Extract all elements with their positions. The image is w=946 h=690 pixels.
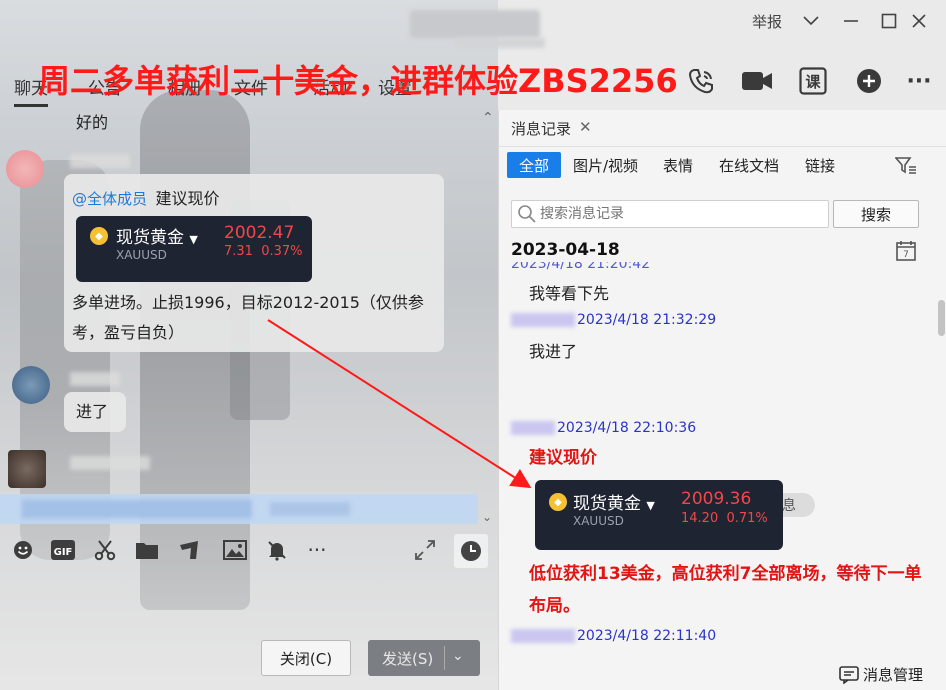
reply-quote-bar[interactable] [0, 494, 478, 524]
gold-coin-icon: ◆ [90, 227, 108, 245]
sender-name [70, 456, 150, 470]
image-icon[interactable] [222, 538, 248, 562]
filter-funnel-icon[interactable] [893, 154, 919, 178]
gold-quote-card[interactable]: ◆ 现货黄金 ▼ XAUUSD 2002.47 7.31 0.37% [76, 216, 312, 282]
avatar[interactable] [6, 150, 44, 188]
gif-icon[interactable]: GIF [50, 538, 76, 562]
chat-messages: 好的 ⌃ @全体成员 建议现价 ◆ 现货黄金 ▼ XAUUSD 2002.47 … [0, 110, 498, 530]
close-icon[interactable]: ✕ [579, 118, 592, 136]
title-bar: 举报 [0, 0, 946, 48]
expand-down-icon[interactable]: ⌄ [482, 510, 492, 524]
history-meta: 2023/4/18 22:10:36 [511, 420, 696, 436]
message-management-button[interactable]: 消息管理 [839, 664, 923, 685]
sender-name [70, 154, 130, 168]
history-tab[interactable]: 消息记录 [511, 118, 571, 139]
promo-overlay-text: 周二多单获利二十美金，进群体验ZBS2256 [38, 62, 678, 100]
gold-quote-card[interactable]: ◆ 现货黄金 ▼ XAUUSD 2009.36 14.20 0.71% [535, 480, 783, 550]
search-icon [518, 205, 536, 223]
history-message: 我等看下先 [529, 284, 610, 303]
chevron-down-icon[interactable]: ⌄ [452, 648, 464, 664]
history-date: 2023-04-18 [511, 240, 620, 260]
send-label: 发送(S) [382, 650, 434, 668]
mention-line: @全体成员 建议现价 [72, 184, 219, 214]
calendar-icon[interactable]: 7 [895, 240, 917, 262]
quote-change: 7.31 0.37% [224, 244, 303, 259]
message-bubble: 进了 [64, 392, 126, 432]
send-button[interactable]: 发送(S) ⌄ [368, 640, 480, 676]
quote-price: 2009.36 [681, 489, 752, 509]
chat-pane: 聊天 公告 相册 文件 活动 设置 好的 ⌃ @全体成员 建议现价 ◆ 现货黄金… [0, 0, 498, 690]
search-input[interactable] [540, 203, 825, 225]
svg-text:7: 7 [903, 250, 909, 260]
report-button[interactable]: 举报 [752, 11, 782, 32]
message-text: 好的 [76, 113, 109, 132]
window-title-blurred [410, 10, 540, 38]
close-button[interactable]: 关闭(C) [261, 640, 351, 676]
divider [499, 146, 946, 147]
maximize-icon[interactable] [876, 8, 902, 34]
blurred-sender [511, 629, 575, 643]
search-button[interactable]: 搜索 [833, 200, 919, 228]
message-text: 进了 [76, 402, 109, 421]
filter-docs[interactable]: 在线文档 [719, 152, 779, 178]
mention-all[interactable]: @全体成员 [72, 190, 147, 208]
quote-price: 2002.47 [224, 223, 295, 243]
send-divider [444, 646, 445, 670]
phone-icon[interactable] [684, 64, 718, 98]
quote-change: 14.20 0.71% [681, 511, 768, 526]
search-box[interactable] [511, 200, 829, 228]
history-result: 低位获利13美金，高位获利7全部离场，等待下一单布局。 [529, 564, 922, 616]
message-management-label: 消息管理 [863, 666, 924, 684]
history-meta: 2023/4/18 22:11:40 [511, 628, 716, 644]
close-icon[interactable] [906, 8, 932, 34]
window-subtitle-blurred [455, 38, 545, 48]
scissors-icon[interactable] [92, 538, 118, 562]
quote-symbol: XAUUSD [573, 514, 624, 528]
cut-off-meta: 2023/4/18 21:20:42 [511, 262, 651, 272]
filter-all[interactable]: 全部 [507, 152, 561, 178]
blurred-sender [511, 313, 575, 327]
message-icon [839, 665, 859, 684]
expand-icon[interactable] [412, 538, 438, 562]
quote-name: 现货黄金 ▼ [573, 494, 655, 514]
bell-off-icon[interactable] [264, 538, 290, 562]
filter-stickers[interactable]: 表情 [663, 152, 693, 178]
avatar[interactable] [12, 366, 50, 404]
gold-coin-icon: ◆ [549, 493, 567, 511]
blurred-text [270, 502, 350, 516]
more-icon[interactable]: ··· [902, 64, 936, 98]
message-bubble: @全体成员 建议现价 ◆ 现货黄金 ▼ XAUUSD 2002.47 7.31 … [64, 174, 444, 352]
quote-name: 现货黄金 ▼ [116, 228, 198, 248]
doc-icon[interactable] [176, 538, 202, 562]
filter-links[interactable]: 链接 [805, 152, 835, 178]
suggest-text: 建议现价 [155, 189, 220, 208]
minimize-icon[interactable] [838, 8, 864, 34]
input-toolbar: GIF ··· [0, 532, 498, 568]
blurred-sender [511, 421, 555, 435]
folder-icon[interactable] [134, 538, 160, 562]
chevron-down-icon[interactable] [798, 8, 824, 34]
video-call-icon[interactable] [740, 64, 774, 98]
sender-name [70, 372, 120, 386]
history-clock-icon[interactable] [454, 534, 488, 568]
history-message: 我进了 [529, 342, 578, 361]
collapse-icon[interactable]: ⌃ [482, 110, 494, 126]
trade-note: 多单进场。止损1996，目标2012-2015（仅供参考，盈亏自负） [72, 293, 424, 342]
filter-media[interactable]: 图片/视频 [573, 152, 638, 178]
scrollbar[interactable] [938, 300, 945, 336]
history-pane: 消息记录 ✕ 全部 图片/视频 表情 在线文档 链接 搜索 2023-04-18… [498, 110, 946, 690]
history-suggest: 建议现价 [529, 448, 597, 468]
more-icon[interactable]: ··· [304, 538, 330, 562]
history-list: 2023/4/18 21:20:42 我等看下先 2023/4/18 21:32… [499, 262, 939, 657]
blurred-text [22, 500, 252, 518]
add-icon[interactable] [852, 64, 886, 98]
quote-symbol: XAUUSD [116, 248, 167, 262]
svg-text:课: 课 [805, 73, 821, 91]
svg-text:GIF: GIF [54, 547, 73, 558]
emoji-icon[interactable] [10, 538, 36, 562]
avatar[interactable] [8, 450, 46, 488]
course-icon[interactable]: 课 [796, 64, 830, 98]
history-meta: 2023/4/18 21:32:29 [511, 312, 716, 328]
